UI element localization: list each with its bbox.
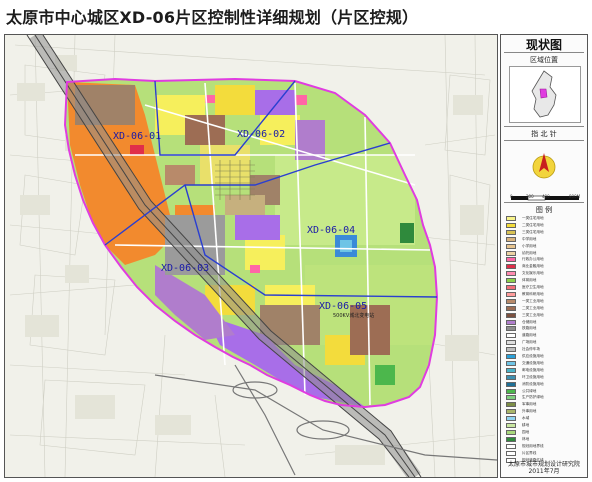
legend-label: 教育科研用地 [522,291,544,296]
legend-swatch [506,347,516,353]
legend-swatch [506,436,516,442]
page-title: 太原市中心城区XD-06片区控制性详细规划（片区控规） [6,8,419,27]
legend-label: 图 例 [535,206,553,214]
legend-swatch [506,381,516,387]
divider [504,140,584,141]
legend-label: 体育用地 [522,278,537,283]
legend-label: 邮电设施用地 [522,367,544,372]
legend-label: 二类工业用地 [522,305,544,310]
zone-label-03[interactable]: XD-06-03 [161,263,209,274]
legend-swatch [506,326,516,332]
legend-swatch [506,416,516,422]
zone-label-01[interactable]: XD-06-01 [113,131,161,142]
scale-label: 400 [542,194,550,199]
legend-label: 一类住宅用地 [522,216,544,220]
divider [504,52,584,53]
legend-label: 规划用地界线 [522,443,544,448]
legend-swatch [506,229,516,235]
panel-title: 现状图 [525,38,562,52]
legend-swatch [506,333,516,339]
map-frame[interactable]: XD-06-01 XD-06-02 XD-06-03 XD-06-04 XD-0… [4,34,498,478]
legend-label: 片区界线 [522,450,537,455]
legend-label: 水域 [522,416,530,421]
legend-swatch [506,236,516,242]
legend-swatch [506,395,516,401]
land-use-map[interactable]: XD-06-01 XD-06-02 XD-06-03 XD-06-04 XD-0… [5,35,497,477]
zone-label-05[interactable]: XD-06-05 [319,301,367,312]
legend-swatch [506,312,516,318]
legend-swatch [506,264,516,270]
legend-swatch [506,360,516,366]
legend-label: 环卫设施用地 [522,374,544,379]
legend-swatch [506,216,516,221]
title-bar: 太原市中心城区XD-06片区控制性详细规划（片区控规） [0,0,592,30]
legend-label: 生产防护绿地 [522,395,544,400]
legend-label: 广场用地 [522,340,537,345]
location-minimap [509,66,581,123]
legend-swatch [506,354,516,359]
legend-swatch [506,257,516,263]
legend-swatch [506,243,516,249]
legend-label: 林地 [522,436,530,441]
legend-swatch [506,374,516,380]
scale-labels: 0 200 400 800M [509,194,581,200]
substation-annotation: 500KV城北变电站 [333,312,374,319]
legend-swatch [506,423,516,428]
legend-swatch [506,450,516,456]
divider [504,126,584,127]
legend-swatch [506,429,516,435]
legend-label: 商业金融用地 [522,264,544,269]
legend-label: 医疗卫生用地 [522,285,544,289]
legend-label: 军事用地 [522,402,537,407]
legend-swatch [506,250,516,256]
legend-label: 中学用地 [522,236,537,241]
legend-label: 园地 [522,429,530,434]
legend-label: 交通设施用地 [522,360,544,365]
north-arrow-icon [532,153,556,179]
legend-swatch [506,278,516,284]
scale-label: 0 [510,194,513,199]
scale-label: 800M [569,194,581,199]
location-label: 区域位置 [530,56,558,64]
zone-label-02[interactable]: XD-06-02 [237,129,285,140]
legend-label: 铁路用地 [522,326,537,331]
legend-swatch [506,367,516,373]
legend-label: 三类工业用地 [522,312,544,317]
legend-label: 消防设施用地 [522,381,544,386]
legend-label: 文化娱乐用地 [522,271,544,276]
north-arrow [521,152,567,182]
legend-label: 道路用地 [522,333,537,338]
legend-label: 社会停车场 [522,347,540,352]
legend-label: 公共绿地 [522,388,537,393]
legend-swatch [506,402,516,408]
org-date: 2011年7月 [528,468,560,475]
legend-label: 小学用地 [522,243,537,248]
legend-label: 耕地 [522,423,530,427]
north-label: 指 北 针 [531,130,557,138]
legend-swatch [506,305,516,311]
legend-label: 二类住宅用地 [522,222,544,227]
legend-swatch [506,443,516,449]
city-outline-icon [531,70,557,118]
legend-label: 一类工业用地 [522,298,544,303]
legend-swatch [506,298,516,304]
legend-swatch [506,409,516,415]
legend-label: 三类住宅用地 [522,229,544,234]
legend-swatch [506,222,516,228]
legend-swatch [506,285,516,290]
scale-label: 200 [526,194,534,199]
legend-label: 幼托用地 [522,250,537,255]
legend-label: 行政办公用地 [522,257,544,262]
zone-label-04[interactable]: XD-06-04 [307,225,355,236]
legend-swatch [506,271,516,277]
legend-swatch [506,340,516,346]
legend-label: 外事用地 [522,409,537,414]
divider [504,202,584,203]
legend-label: 仓储用地 [522,319,537,324]
legend-panel: 现状图 区域位置 指 北 针 0 200 400 800M 图 例 一类住宅用地… [500,34,588,478]
legend-swatch [506,388,516,394]
legend-swatch [506,291,516,297]
legend-swatch [506,319,516,325]
legend-label: 供应设施用地 [522,354,544,358]
